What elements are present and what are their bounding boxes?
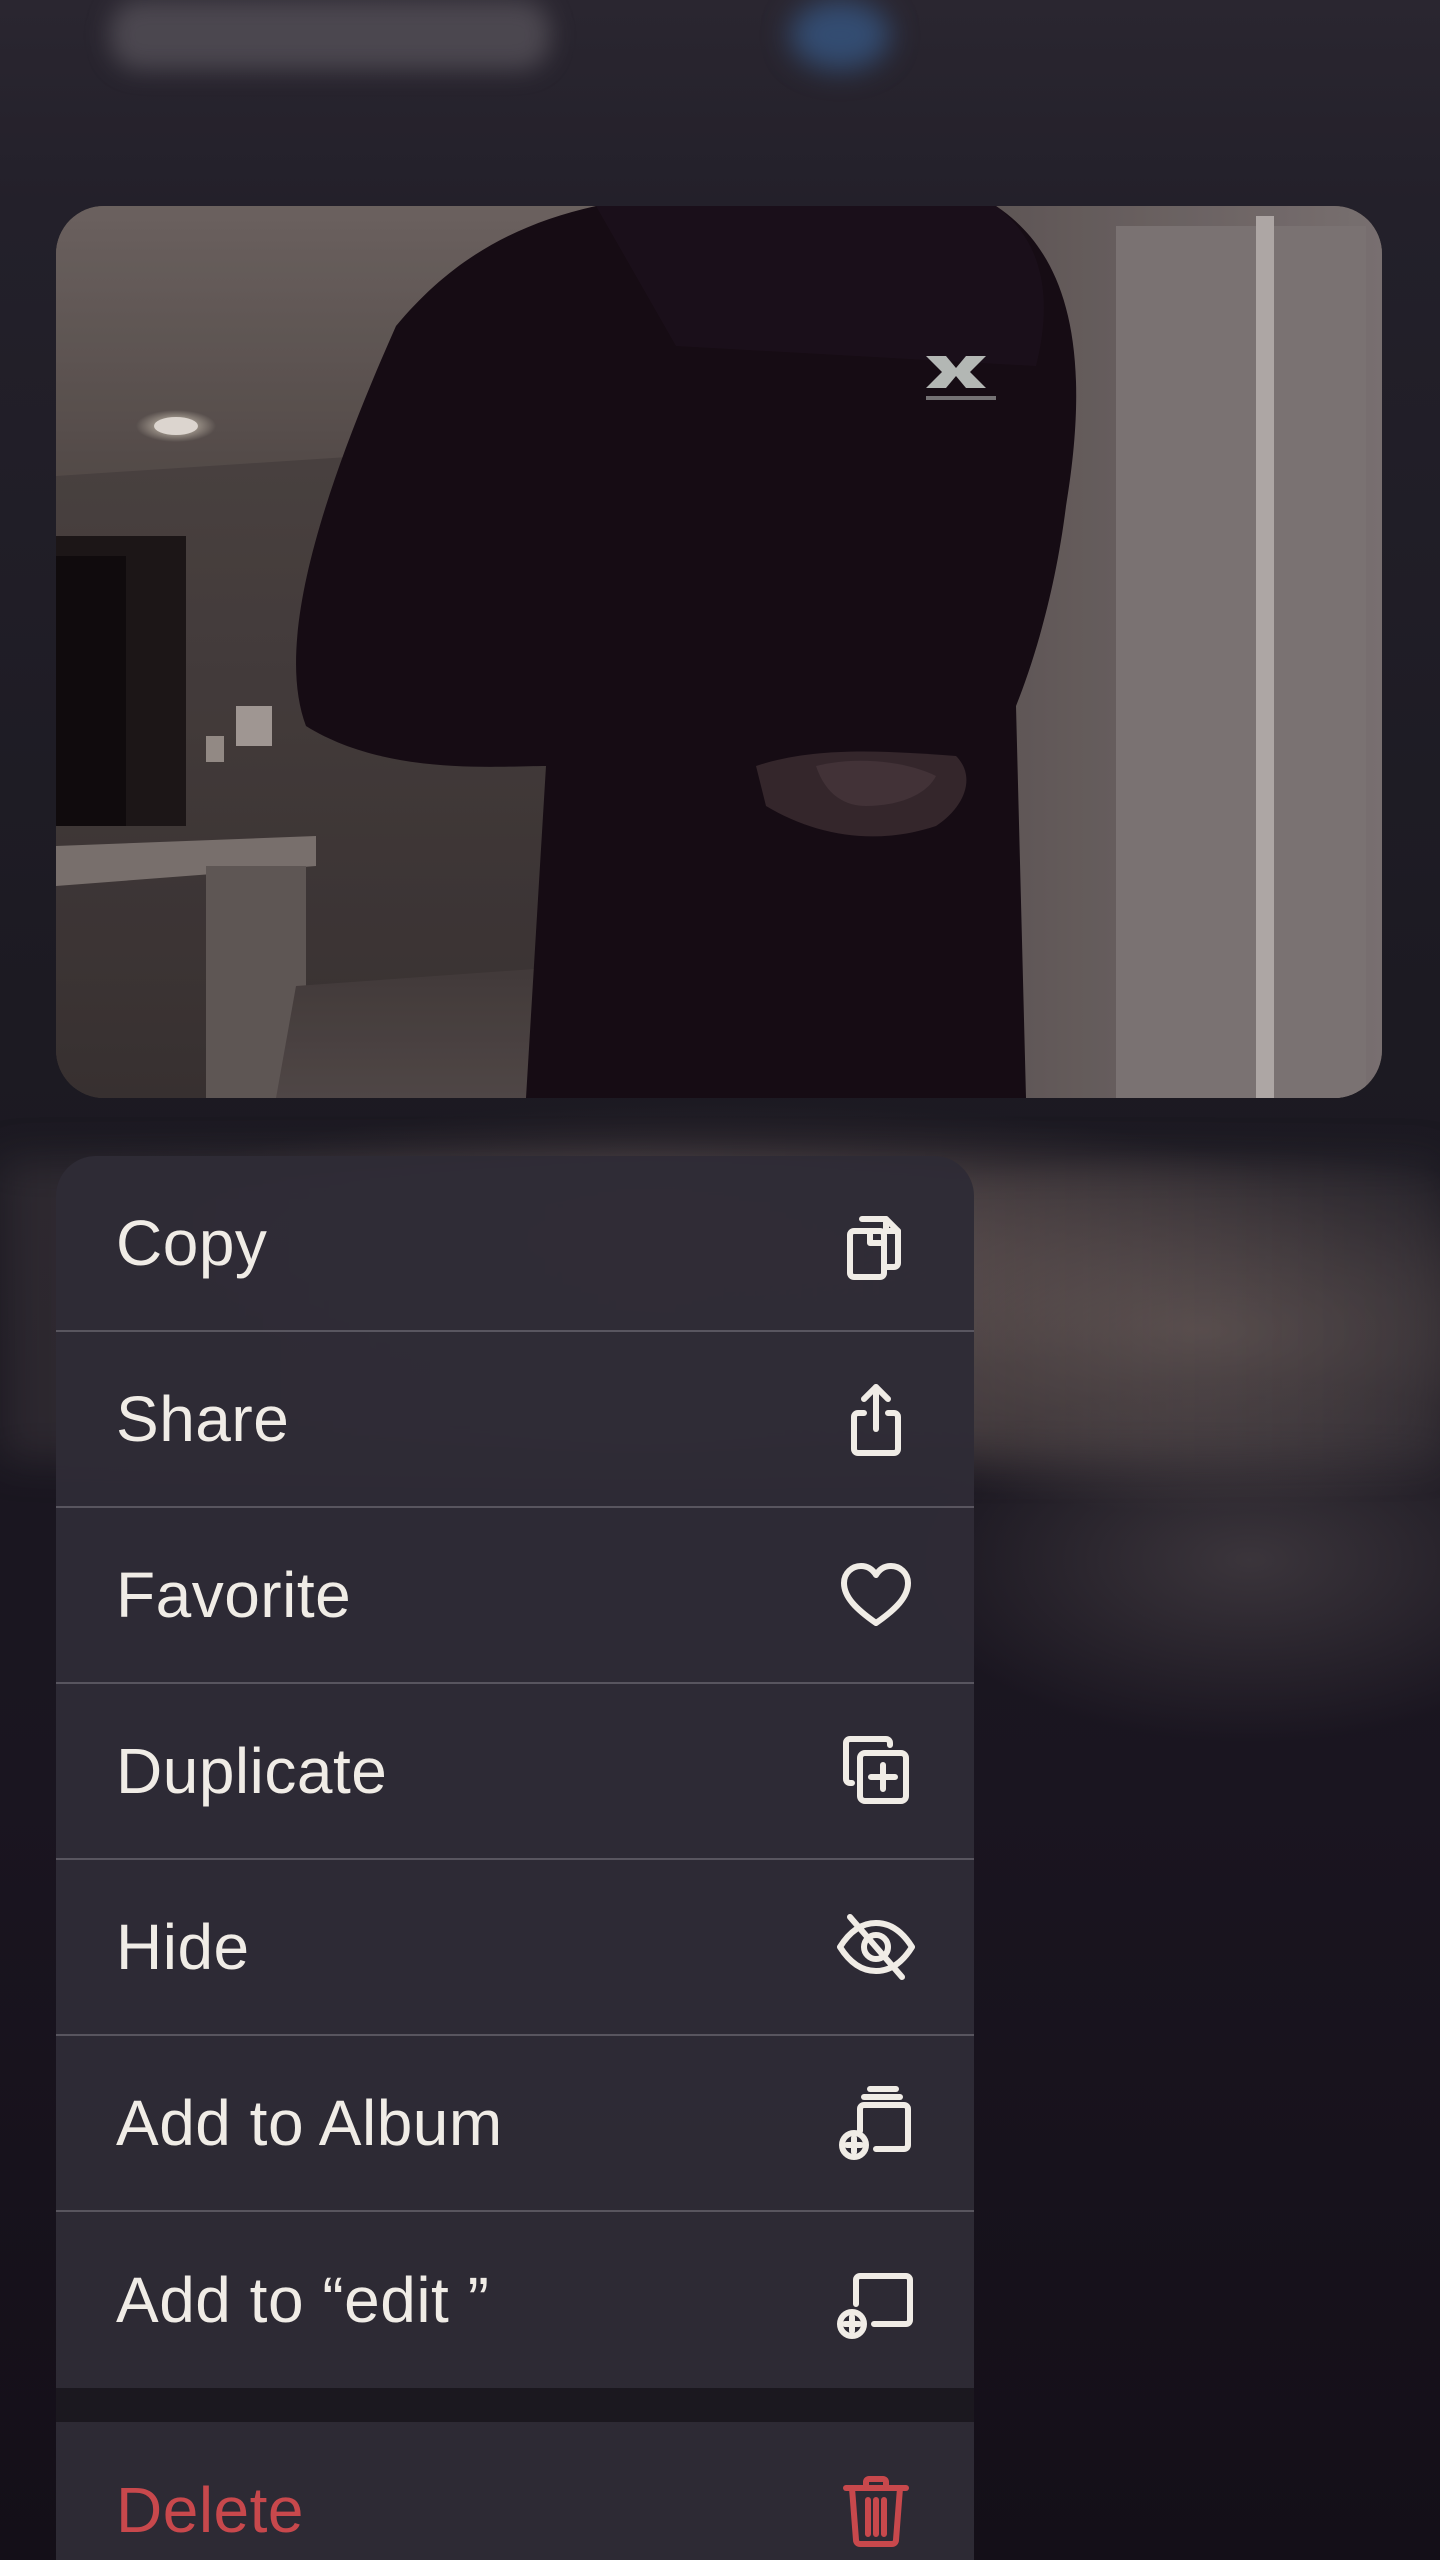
menu-item-label: Duplicate: [116, 1735, 388, 1807]
copy-icon: [836, 1203, 916, 1283]
menu-item-duplicate[interactable]: Duplicate: [56, 1684, 974, 1860]
background-blur-accent: [790, 0, 890, 70]
menu-item-label: Copy: [116, 1207, 268, 1279]
add-to-album-single-icon: [836, 2260, 916, 2340]
menu-destructive-group: Delete: [56, 2422, 974, 2560]
menu-item-hide[interactable]: Hide: [56, 1860, 974, 2036]
menu-primary-group: Copy Share Favorite Duplicate Hide Add t…: [56, 1156, 974, 2388]
menu-item-label: Add to Album: [116, 2087, 503, 2159]
context-menu: Copy Share Favorite Duplicate Hide Add t…: [56, 1156, 974, 2560]
trash-icon: [836, 2470, 916, 2550]
menu-item-label: Add to “edit ”: [116, 2264, 490, 2336]
menu-item-label: Favorite: [116, 1559, 352, 1631]
menu-item-delete[interactable]: Delete: [56, 2422, 974, 2560]
add-to-album-icon: [836, 2083, 916, 2163]
photo-image: [56, 206, 1382, 1098]
menu-item-add-to-album[interactable]: Add to Album: [56, 2036, 974, 2212]
menu-group-separator: [56, 2388, 974, 2422]
photo-preview[interactable]: [56, 206, 1382, 1098]
menu-item-label: Hide: [116, 1911, 250, 1983]
background-blur: [110, 0, 550, 70]
menu-item-add-to-edit[interactable]: Add to “edit ”: [56, 2212, 974, 2388]
eye-slash-icon: [836, 1907, 916, 1987]
screen: Copy Share Favorite Duplicate Hide Add t…: [0, 0, 1440, 2560]
heart-icon: [836, 1555, 916, 1635]
menu-item-label: Share: [116, 1383, 290, 1455]
share-icon: [836, 1379, 916, 1459]
menu-item-share[interactable]: Share: [56, 1332, 974, 1508]
menu-item-favorite[interactable]: Favorite: [56, 1508, 974, 1684]
duplicate-icon: [836, 1731, 916, 1811]
menu-item-label: Delete: [116, 2474, 304, 2546]
menu-item-copy[interactable]: Copy: [56, 1156, 974, 1332]
